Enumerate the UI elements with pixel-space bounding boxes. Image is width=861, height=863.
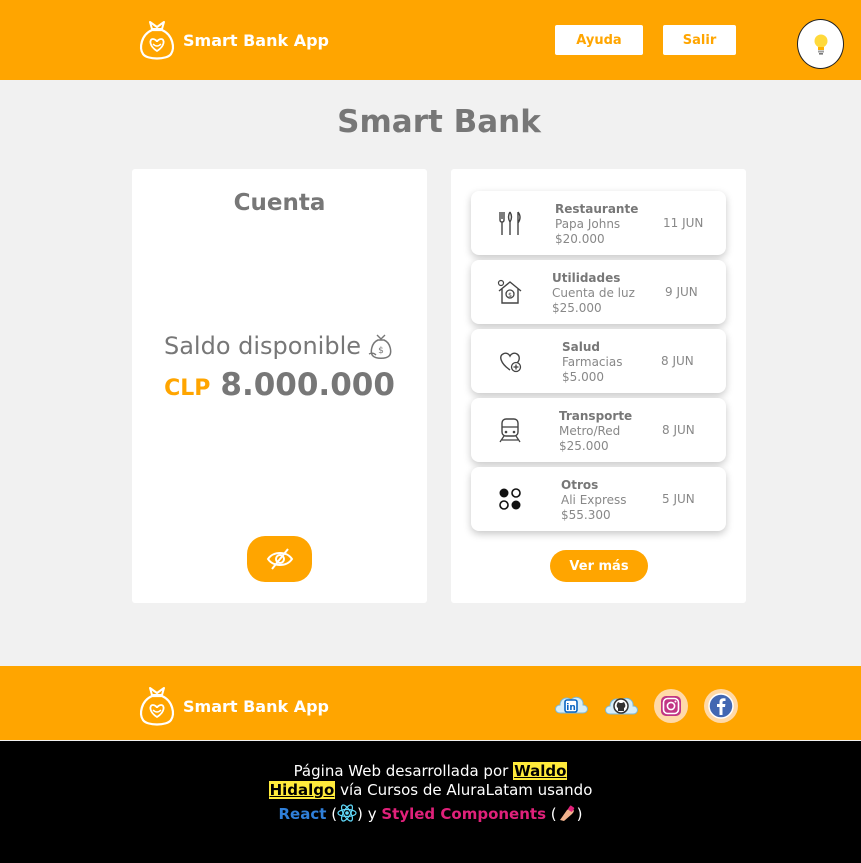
transaction-item[interactable]: Transporte Metro/Red $25.000 8 JUN [471,398,726,462]
transaction-date: 8 JUN [661,354,694,368]
account-card: Cuenta Saldo disponible $ CLP 8.000.000 [132,169,427,603]
facebook-link[interactable] [702,687,740,725]
toggle-balance-visibility-button[interactable] [247,536,312,582]
balance-amount-row: CLP 8.000.000 [132,367,427,403]
heart-plus-icon [500,352,522,373]
exit-button[interactable]: Salir [663,25,736,55]
transaction-item[interactable]: $ Utilidades Cuenta de luz $25.000 9 JUN [471,260,726,324]
transaction-category: Restaurante [555,202,639,216]
currency-label: CLP [164,376,211,401]
svg-text:$: $ [508,292,512,299]
styled-components-label: Styled Components [381,805,547,823]
transaction-merchant: Papa Johns [555,217,621,231]
footer-brand[interactable]: Smart Bank App [137,684,329,728]
money-bag-logo-icon [140,687,174,726]
nail-polish-icon [559,805,574,821]
author-link-first[interactable]: Waldo [513,762,568,780]
instagram-icon [654,689,688,723]
transaction-item[interactable]: Salud Farmacias $5.000 8 JUN [471,329,726,393]
transaction-category: Salud [562,340,600,354]
transaction-category: Otros [561,478,599,492]
transactions-card: Restaurante Papa Johns $20.000 11 JUN $ … [451,169,746,603]
cutlery-icon [499,211,521,235]
credits-prefix: Página Web desarrollada por [293,762,509,780]
facebook-icon [704,689,738,723]
transaction-category: Utilidades [552,271,621,285]
transaction-merchant: Ali Express [561,493,627,507]
transaction-date: 5 JUN [662,492,695,506]
dots-icon [499,488,521,510]
transaction-merchant: Metro/Red [559,424,621,438]
author-link-last[interactable]: Hidalgo [268,781,336,799]
transaction-amount: $20.000 [555,232,605,246]
transaction-item[interactable]: Otros Ali Express $55.300 5 JUN [471,467,726,531]
money-bag-logo-icon [140,21,174,60]
transaction-amount: $5.000 [562,370,604,384]
header-brand-label: Smart Bank App [183,30,329,50]
help-button[interactable]: Ayuda [555,25,643,55]
footer: Smart Bank App in [0,666,861,740]
svg-text:in: in [566,703,576,713]
footer-brand-label: Smart Bank App [183,696,329,716]
page-title: Smart Bank [337,104,541,140]
transaction-amount: $25.000 [559,439,609,453]
linkedin-icon: in [555,696,588,714]
balance-amount: 8.000.000 [220,367,395,403]
transaction-date: 11 JUN [663,216,704,230]
instagram-link[interactable] [652,687,690,725]
transaction-amount: $55.300 [561,508,611,522]
transaction-merchant: Farmacias [562,355,623,369]
credits-middle: vía Cursos de AluraLatam usando [340,781,593,799]
github-link[interactable] [602,687,640,725]
eye-slash-icon [266,548,293,570]
github-icon [605,697,638,715]
train-icon [499,418,521,443]
transaction-amount: $25.000 [552,301,602,315]
header-brand[interactable]: Smart Bank App [137,18,329,62]
theme-toggle-button[interactable] [797,19,844,69]
header: Smart Bank App Ayuda Salir [0,0,861,80]
react-label: React [278,805,327,823]
transaction-category: Transporte [559,409,633,423]
transaction-date: 9 JUN [665,285,698,299]
react-icon [337,804,357,822]
money-bag-icon: $ [368,334,392,359]
account-title: Cuenta [233,190,326,216]
svg-text:$: $ [378,346,384,356]
credits-and: y [367,805,377,823]
house-bill-icon: $ [497,279,522,304]
credits-section: Página Web desarrollada por Waldo Hidalg… [0,741,861,863]
transaction-merchant: Cuenta de luz [552,286,635,300]
linkedin-link[interactable]: in [552,687,590,725]
transaction-date: 8 JUN [662,423,695,437]
see-more-button[interactable]: Ver más [550,550,648,582]
transaction-item[interactable]: Restaurante Papa Johns $20.000 11 JUN [471,191,726,255]
balance-label: Saldo disponible [163,332,362,360]
lightbulb-icon [814,34,827,55]
balance-label-row: Saldo disponible $ [132,332,427,360]
